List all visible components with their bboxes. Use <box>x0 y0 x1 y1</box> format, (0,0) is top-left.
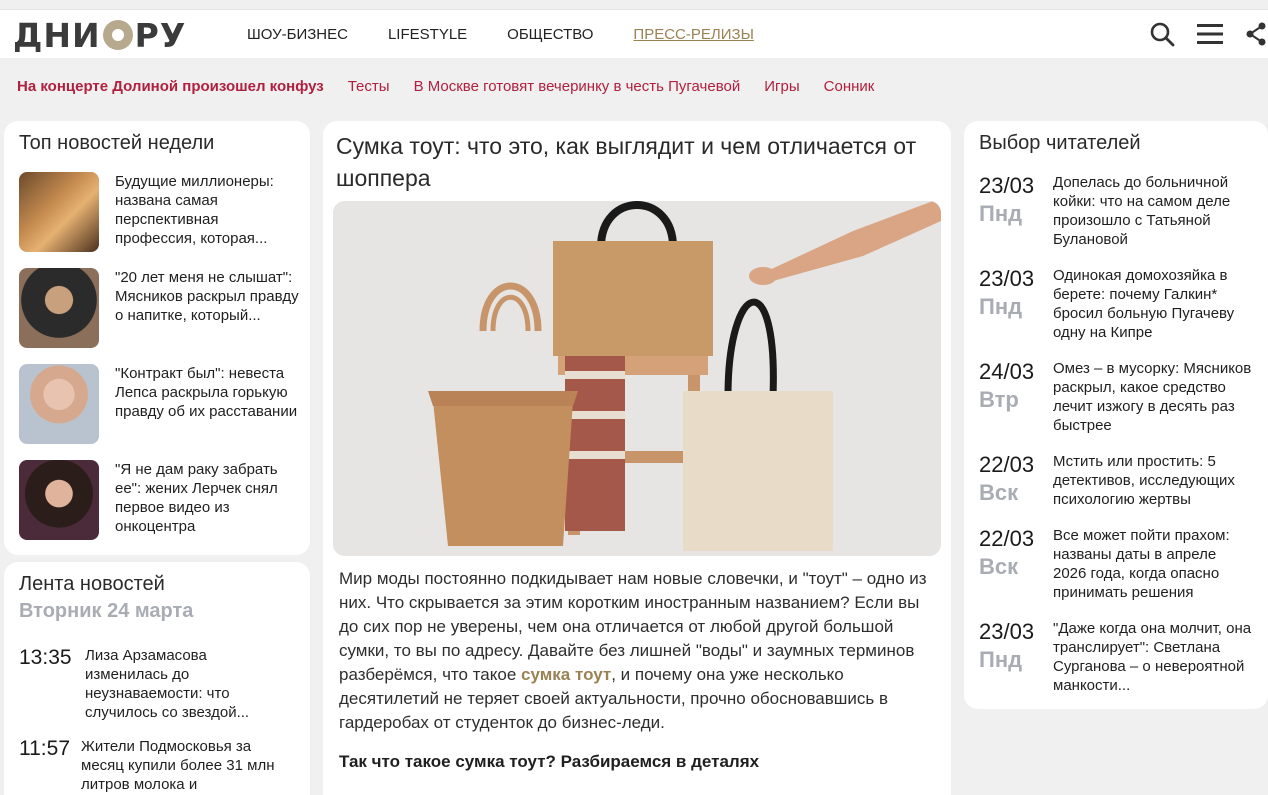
readers-weekday: Пнд <box>979 294 1023 319</box>
trending-link-games[interactable]: Игры <box>764 78 799 95</box>
readers-item-date: 22/03 Вск <box>979 526 1053 602</box>
readers-item-date: 23/03 Пнд <box>979 266 1053 342</box>
readers-weekday: Вск <box>979 480 1019 505</box>
article-subheading: Так что такое сумка тоут? Разбираемся в … <box>339 752 760 771</box>
readers-choice-card: Выбор читателей 23/03 Пнд Допелась до бо… <box>964 121 1268 709</box>
readers-weekday: Втр <box>979 387 1019 412</box>
top-news-card: Топ новостей недели Будущие миллионеры: … <box>4 121 310 555</box>
news-feed-card: Лента новостей Вторник 24 марта 13:35 Ли… <box>4 562 310 795</box>
readers-weekday: Пнд <box>979 201 1023 226</box>
top-news-text: "Я не дам раку забрать ее": жених Лерчек… <box>115 461 278 535</box>
logo-part-left: ДНИ <box>13 15 101 55</box>
top-news-text: "Контракт был": невеста Лепса раскрыла г… <box>115 365 298 420</box>
top-news-item[interactable]: "Контракт был": невеста Лепса раскрыла г… <box>19 364 299 444</box>
news-thumbnail <box>19 172 99 252</box>
readers-date: 22/03 <box>979 452 1035 477</box>
site-header: ДНИ РУ ШОУ-БИЗНЕС LIFESTYLE ОБЩЕСТВО ПРЕС… <box>0 9 1268 58</box>
readers-item-date: 22/03 Вск <box>979 452 1053 509</box>
top-news-item[interactable]: "Я не дам раку забрать ее": жених Лерчек… <box>19 460 299 540</box>
trending-bar: На концерте Долиной произошел конфуз Тес… <box>17 78 874 95</box>
site-logo[interactable]: ДНИ РУ <box>13 16 186 55</box>
news-feed-date: Вторник 24 марта <box>19 600 194 622</box>
readers-date: 23/03 <box>979 173 1035 198</box>
readers-item[interactable]: 23/03 Пнд "Даже когда она молчит, она тр… <box>979 619 1253 695</box>
logo-part-right: РУ <box>134 15 187 55</box>
news-feed-time: 11:57 <box>19 737 70 760</box>
readers-weekday: Пнд <box>979 647 1023 672</box>
trending-link-dream-book[interactable]: Сонник <box>824 78 875 95</box>
menu-icon[interactable] <box>1196 20 1224 48</box>
readers-item[interactable]: 22/03 Вск Мстить или простить: 5 детекти… <box>979 452 1253 509</box>
readers-item[interactable]: 24/03 Втр Омез – в мусорку: Мясников рас… <box>979 359 1253 435</box>
readers-item-date: 24/03 Втр <box>979 359 1053 435</box>
news-feed-text: Жители Подмосковья за месяц купили более… <box>81 738 275 793</box>
header-actions <box>1148 20 1268 48</box>
share-icon[interactable] <box>1244 20 1268 48</box>
trending-link-tests[interactable]: Тесты <box>348 78 390 95</box>
article-image <box>333 201 941 556</box>
readers-text: Допелась до больничной койки: что на сам… <box>1053 174 1231 248</box>
news-thumbnail <box>19 364 99 444</box>
readers-date: 22/03 <box>979 526 1035 551</box>
readers-item[interactable]: 23/03 Пнд Допелась до больничной койки: … <box>979 173 1253 249</box>
top-news-text: "20 лет меня не слышат": Мясников раскры… <box>115 269 299 324</box>
trending-link-pugacheva-party[interactable]: В Москве готовят вечеринку в честь Пугач… <box>414 78 741 95</box>
nav-press-releases[interactable]: ПРЕСС-РЕЛИЗЫ <box>633 26 753 43</box>
readers-item[interactable]: 23/03 Пнд Одинокая домохозяйка в берете:… <box>979 266 1253 342</box>
nav-society[interactable]: ОБЩЕСТВО <box>507 26 593 43</box>
readers-date: 24/03 <box>979 359 1035 384</box>
readers-text: Все может пойти прахом: названы даты в а… <box>1053 527 1230 601</box>
news-thumbnail <box>19 268 99 348</box>
readers-choice-title: Выбор читателей <box>979 132 1141 154</box>
readers-item[interactable]: 22/03 Вск Все может пойти прахом: назван… <box>979 526 1253 602</box>
news-feed-item[interactable]: 13:35 Лиза Арзамасова изменилась до неуз… <box>19 646 275 722</box>
news-feed-title: Лента новостей <box>19 573 165 595</box>
logo-circle-icon <box>102 20 133 50</box>
readers-weekday: Вск <box>979 554 1019 579</box>
top-news-text: Будущие миллионеры: названа самая перспе… <box>115 173 274 247</box>
main-nav: ШОУ-БИЗНЕС LIFESTYLE ОБЩЕСТВО ПРЕСС-РЕЛИ… <box>247 26 754 43</box>
article-body: Мир моды постоянно подкидывает нам новые… <box>339 567 935 735</box>
search-icon[interactable] <box>1148 20 1176 48</box>
readers-item-date: 23/03 Пнд <box>979 173 1053 249</box>
trending-link-dolina[interactable]: На концерте Долиной произошел конфуз <box>17 78 324 95</box>
nav-lifestyle[interactable]: LIFESTYLE <box>388 26 467 43</box>
article-card: Сумка тоут: что это, как выглядит и чем … <box>323 121 951 795</box>
readers-date: 23/03 <box>979 266 1035 291</box>
article-link-tote[interactable]: сумка тоут <box>521 665 611 684</box>
readers-text: "Даже когда она молчит, она транслирует"… <box>1053 620 1252 694</box>
top-news-title: Топ новостей недели <box>19 132 215 154</box>
tote-bags-illustration <box>333 201 941 556</box>
top-news-item[interactable]: "20 лет меня не слышат": Мясников раскры… <box>19 268 299 348</box>
article-title: Сумка тоут: что это, как выглядит и чем … <box>336 133 917 191</box>
readers-text: Мстить или простить: 5 детективов, иссле… <box>1053 453 1235 508</box>
readers-text: Одинокая домохозяйка в берете: почему Га… <box>1053 267 1235 341</box>
readers-date: 23/03 <box>979 619 1035 644</box>
logo-wordmark: ДНИ РУ <box>13 16 186 55</box>
news-thumbnail <box>19 460 99 540</box>
nav-show-business[interactable]: ШОУ-БИЗНЕС <box>247 26 348 43</box>
top-news-item[interactable]: Будущие миллионеры: названа самая перспе… <box>19 172 299 252</box>
readers-text: Омез – в мусорку: Мясников раскрыл, како… <box>1053 360 1252 434</box>
news-feed-item[interactable]: 11:57 Жители Подмосковья за месяц купили… <box>19 737 275 794</box>
news-feed-time: 13:35 <box>19 646 72 669</box>
news-feed-text: Лиза Арзамасова изменилась до неузнаваем… <box>85 647 250 721</box>
readers-item-date: 23/03 Пнд <box>979 619 1053 695</box>
